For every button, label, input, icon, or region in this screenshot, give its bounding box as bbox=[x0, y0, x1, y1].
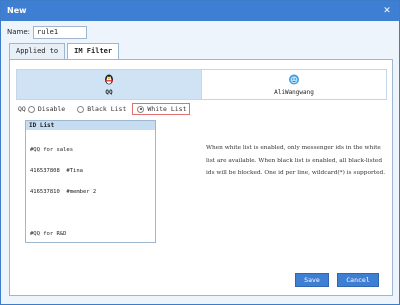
mode-disable-label: Disable bbox=[37, 105, 66, 113]
messenger-qq-label: QQ bbox=[105, 89, 113, 96]
aliwangwang-icon bbox=[289, 74, 299, 85]
dialog-titlebar[interactable]: New ✕ bbox=[1, 1, 399, 21]
mode-white-list-option[interactable]: White List bbox=[132, 103, 190, 115]
close-icon[interactable]: ✕ bbox=[381, 5, 393, 17]
mode-disable-option[interactable]: Disable bbox=[26, 105, 65, 113]
tab-applied-to[interactable]: Applied to bbox=[9, 43, 66, 59]
id-list-textarea[interactable]: #QQ for sales 416537808 #Tina 416537810 … bbox=[26, 130, 155, 255]
name-label: Name: bbox=[7, 28, 31, 36]
dialog-title: New bbox=[7, 6, 27, 15]
mode-black-list-label: Black List bbox=[87, 105, 127, 113]
mode-disable-radio[interactable] bbox=[27, 105, 35, 113]
new-rule-dialog: New ✕ Name: rule1 Applied to IM Filter Q… bbox=[0, 0, 400, 305]
id-list-line: 416537810 #member 2 bbox=[30, 189, 97, 195]
id-list-line: #QQ for sales bbox=[30, 147, 74, 153]
messenger-selector: QQ AliWangwang bbox=[16, 69, 387, 100]
tab-bar: Applied to IM Filter bbox=[9, 43, 121, 60]
mode-white-list-label: White List bbox=[147, 105, 187, 113]
help-text: When white list is enabled, only messeng… bbox=[206, 145, 386, 176]
id-list-line: #QQ for R&D bbox=[30, 231, 67, 237]
mode-prefix-label: QQ bbox=[18, 105, 26, 113]
mode-black-list-radio[interactable] bbox=[77, 105, 85, 113]
messenger-aliwangwang-label: AliWangwang bbox=[274, 89, 314, 96]
messenger-aliwangwang[interactable]: AliWangwang bbox=[202, 70, 386, 99]
mode-black-list-option[interactable]: Black List bbox=[75, 105, 126, 113]
messenger-qq[interactable]: QQ bbox=[17, 70, 202, 99]
id-list-header: ID List bbox=[26, 121, 155, 130]
qq-penguin-icon bbox=[105, 74, 113, 85]
im-filter-panel: QQ AliWangwang QQ Disable Black List Whi… bbox=[9, 59, 393, 296]
id-list-line: ​ bbox=[30, 210, 151, 217]
filter-mode-row: QQ Disable Black List White List bbox=[18, 103, 200, 115]
id-list-box: ID List #QQ for sales 416537808 #Tina 41… bbox=[25, 120, 156, 243]
name-input[interactable]: rule1 bbox=[33, 25, 88, 39]
name-row: Name: rule1 bbox=[7, 25, 88, 39]
save-button[interactable]: Save bbox=[295, 273, 329, 287]
tab-im-filter[interactable]: IM Filter bbox=[67, 43, 120, 60]
cancel-button[interactable]: Cancel bbox=[337, 273, 379, 287]
mode-white-list-radio[interactable] bbox=[137, 105, 145, 113]
id-list-line: 416537808 #Tina bbox=[30, 168, 83, 174]
